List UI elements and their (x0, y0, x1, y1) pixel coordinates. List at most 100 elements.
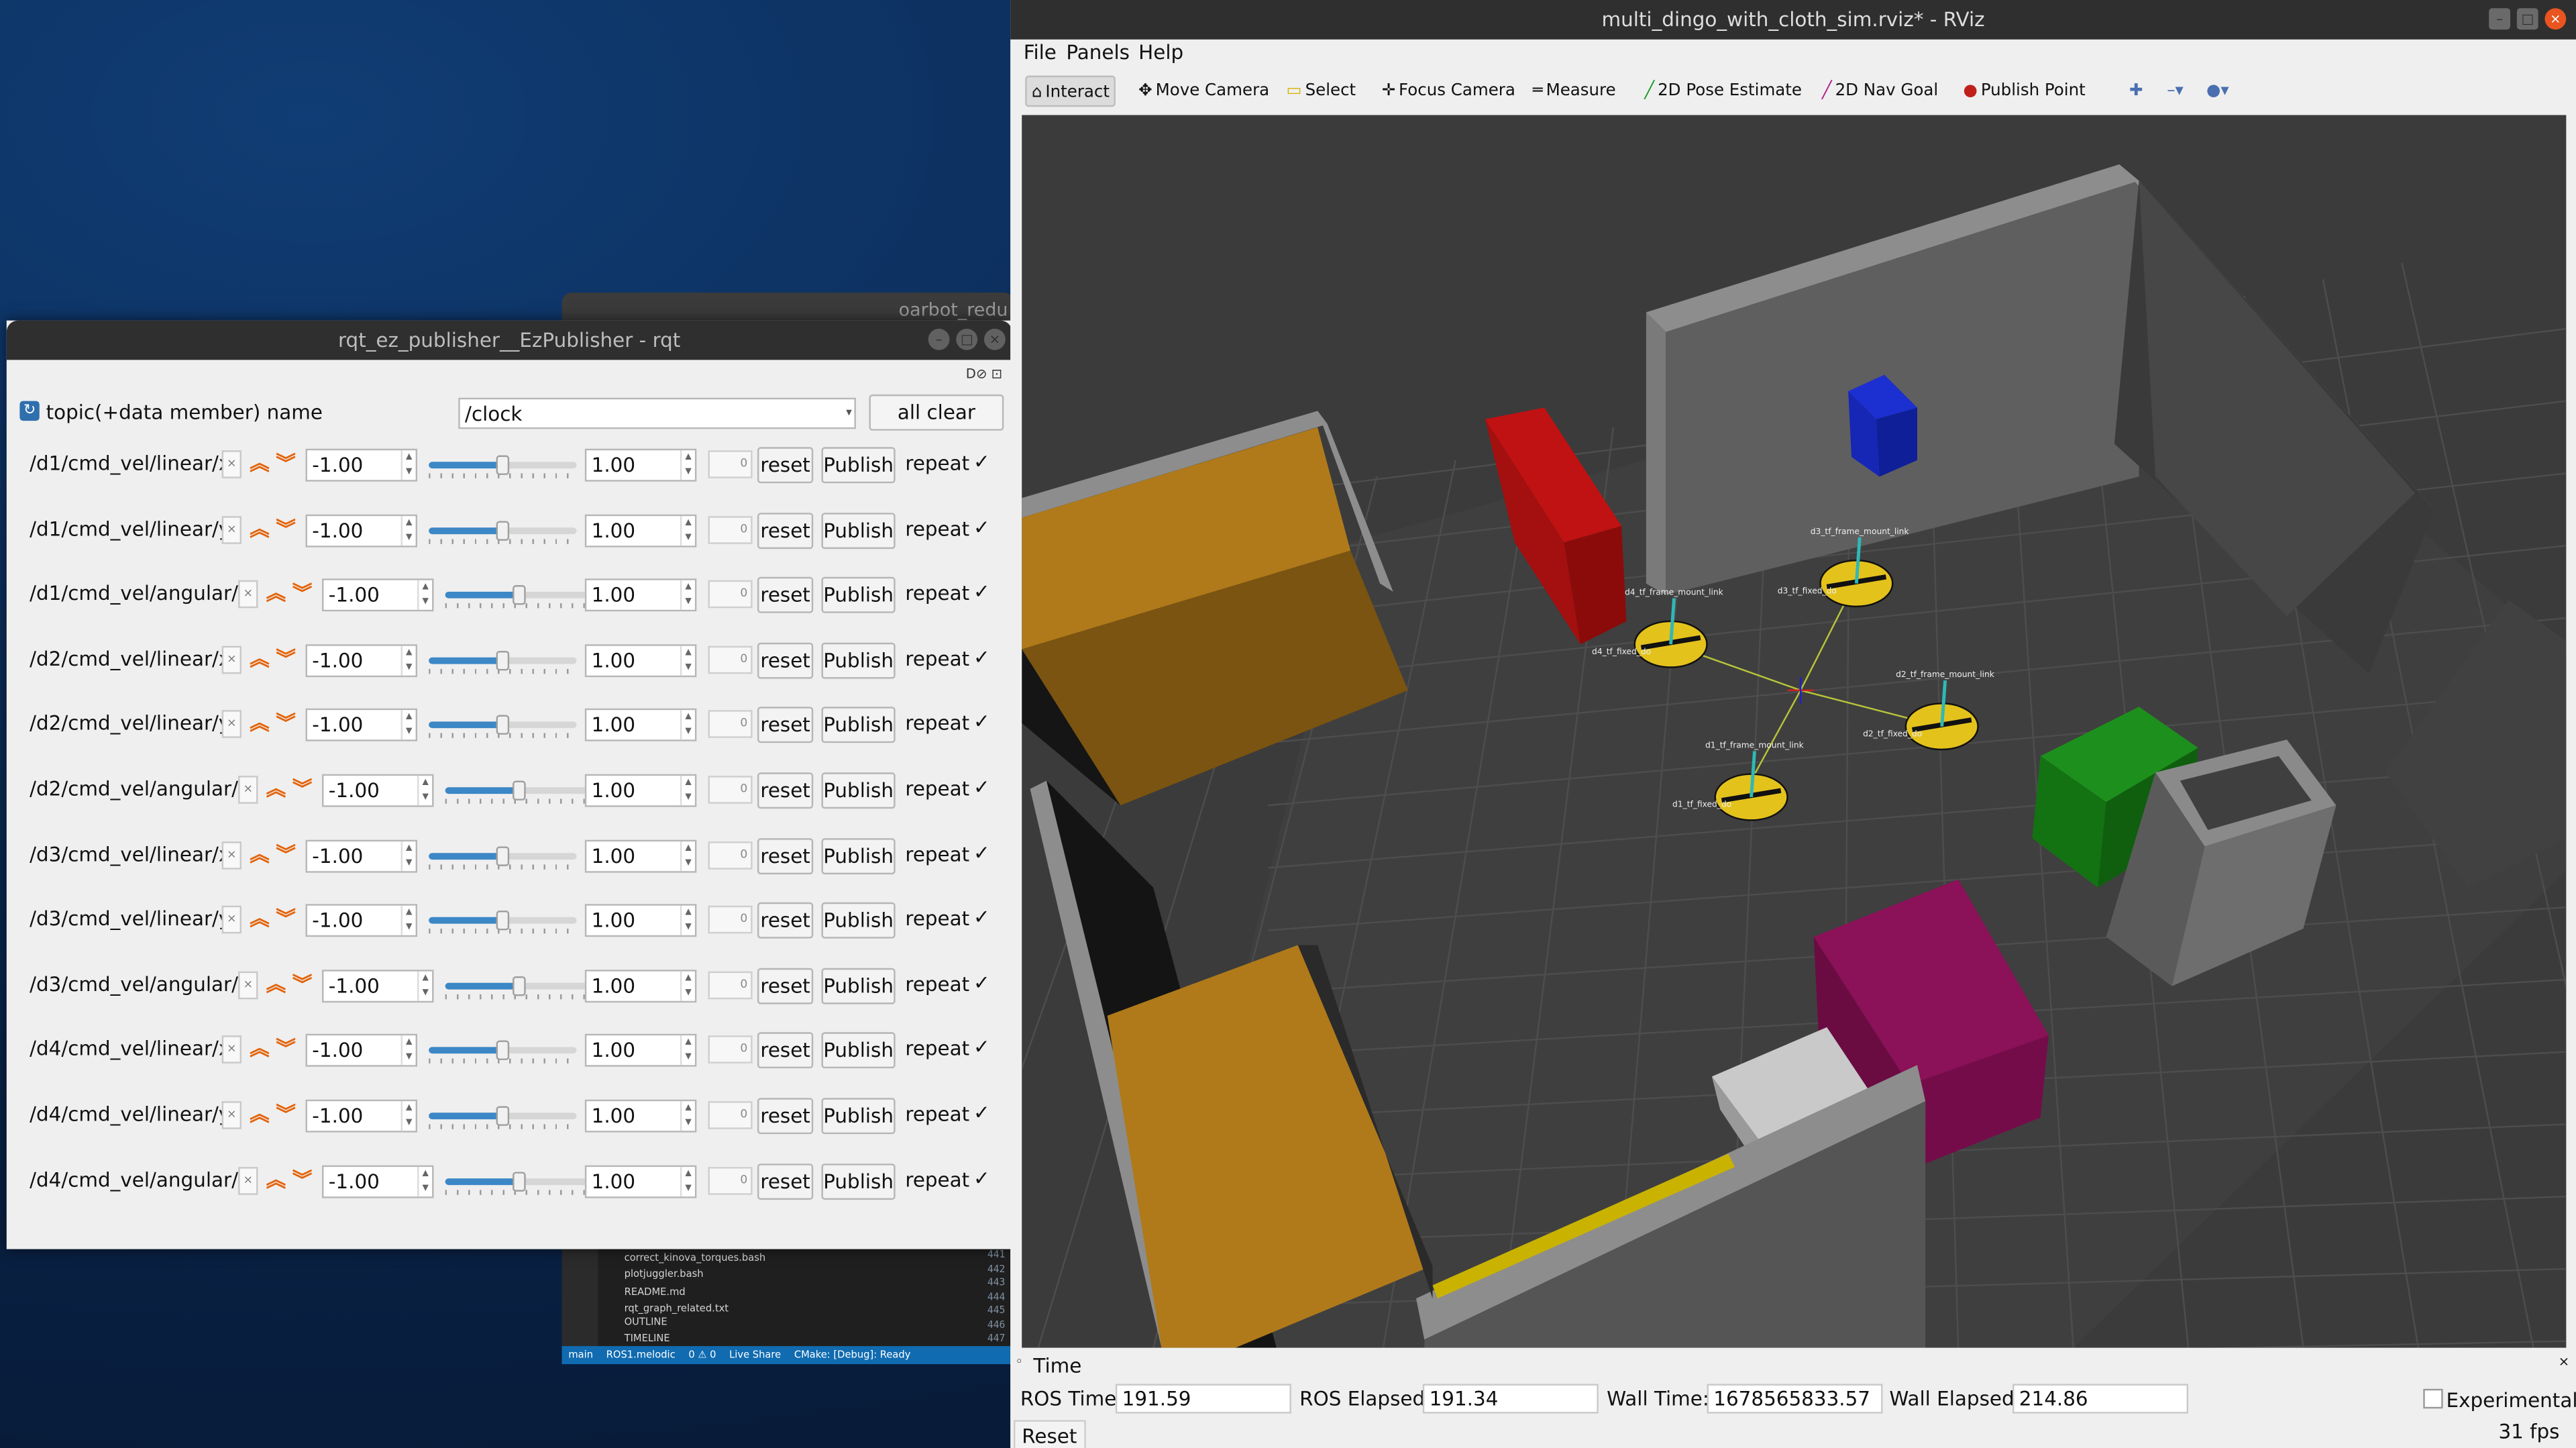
max-value-input[interactable]: 1.00 ▲ ▼ (584, 578, 697, 612)
value-slider[interactable] (445, 780, 594, 804)
topic-input[interactable] (458, 397, 856, 429)
status-item[interactable]: Live Share (729, 1349, 781, 1361)
file-item[interactable]: README.md (625, 1287, 686, 1298)
publish-button[interactable]: Publish (821, 837, 896, 874)
min-value-input[interactable]: -1.00 ▲ ▼ (322, 774, 434, 807)
reset-button[interactable]: reset (757, 512, 814, 549)
min-value-input[interactable]: -1.00 ▲ ▼ (305, 839, 418, 872)
max-value-input[interactable]: 1.00 ▲ ▼ (584, 513, 697, 547)
repeat-checkbox[interactable]: ✓ (971, 515, 992, 538)
rqt-window[interactable]: rqt_ez_publisher__EzPublisher - rqt – □ … (6, 320, 1012, 1249)
tool-focus-camera[interactable]: ✛ Focus Camera (1382, 76, 1515, 107)
chevron-up-icon[interactable]: ︽ (264, 1166, 287, 1194)
chevron-up-icon[interactable]: ︽ (248, 841, 271, 869)
publish-button[interactable]: Publish (821, 577, 896, 614)
ros-time-field[interactable]: 191.59 (1115, 1384, 1291, 1414)
repeat-checkbox[interactable]: ✓ (971, 906, 992, 929)
remove-row-icon[interactable]: × (221, 1036, 242, 1064)
value-slider[interactable] (429, 1041, 577, 1064)
slider-handle[interactable] (513, 976, 526, 996)
publish-button[interactable]: Publish (821, 968, 896, 1004)
value-slider[interactable] (429, 1106, 577, 1129)
collapse-icon[interactable]: ◦ (1015, 1354, 1023, 1369)
spin-arrows-icon[interactable]: ▲ ▼ (417, 1166, 432, 1196)
tool-publish-point[interactable]: ● Publish Point (1964, 76, 2086, 107)
chevron-down-icon[interactable]: ︾ (290, 1166, 313, 1194)
min-value-input[interactable]: -1.00 ▲ ▼ (322, 578, 434, 612)
wall-elapsed-field[interactable]: 214.86 (2012, 1384, 2189, 1414)
max-value-input[interactable]: 1.00 ▲ ▼ (584, 1164, 697, 1198)
chevron-up-icon[interactable]: ︽ (248, 645, 271, 674)
slider-handle[interactable] (513, 780, 526, 800)
publish-button[interactable]: Publish (821, 1098, 896, 1135)
chevron-down-icon[interactable]: ︾ (274, 711, 297, 739)
spin-arrows-icon[interactable]: ▲ ▼ (680, 580, 695, 611)
timeline-section[interactable]: TIMELINE (625, 1333, 670, 1345)
chevron-down-icon[interactable]: ︾ (274, 841, 297, 869)
remove-row-icon[interactable]: × (221, 711, 242, 739)
repeat-rate-input[interactable]: 0 (708, 841, 753, 869)
min-value-input[interactable]: -1.00 ▲ ▼ (322, 969, 434, 1002)
spin-arrows-icon[interactable]: ▲ ▼ (400, 841, 416, 871)
rviz-window[interactable]: multi_dingo_with_cloth_sim.rviz* - RViz … (1010, 0, 2576, 1448)
remove-row-icon[interactable]: × (221, 841, 242, 869)
spin-arrows-icon[interactable]: ▲ ▼ (680, 1166, 695, 1196)
value-slider[interactable] (429, 520, 577, 544)
slider-handle[interactable] (496, 845, 510, 866)
spin-arrows-icon[interactable]: ▲ ▼ (680, 841, 695, 871)
experimental-checkbox[interactable] (2423, 1388, 2443, 1409)
min-value-input[interactable]: -1.00 ▲ ▼ (305, 709, 418, 742)
chevron-down-icon[interactable]: ︾ (274, 645, 297, 674)
close-icon[interactable]: × (2544, 8, 2567, 30)
publish-button[interactable]: Publish (821, 902, 896, 939)
repeat-checkbox[interactable]: ✓ (971, 580, 992, 603)
repeat-checkbox[interactable]: ✓ (971, 645, 992, 668)
outline-section[interactable]: OUTLINE (625, 1316, 667, 1328)
chevron-up-icon[interactable]: ︽ (248, 1101, 271, 1129)
slider-handle[interactable] (513, 585, 526, 605)
remove-row-icon[interactable]: × (238, 971, 258, 999)
file-item[interactable]: plotjuggler.bash (625, 1269, 704, 1280)
value-slider[interactable] (429, 650, 577, 674)
reset-button[interactable]: reset (757, 1033, 814, 1070)
max-value-input[interactable]: 1.00 ▲ ▼ (584, 904, 697, 937)
remove-row-icon[interactable]: × (221, 450, 242, 478)
maximize-icon[interactable]: □ (956, 328, 978, 350)
reset-button[interactable]: reset (757, 707, 814, 744)
spin-arrows-icon[interactable]: ▲ ▼ (400, 1036, 416, 1066)
chevron-down-icon[interactable]: ︾ (274, 906, 297, 934)
repeat-rate-input[interactable]: 0 (708, 1036, 753, 1064)
repeat-checkbox[interactable]: ✓ (971, 711, 992, 733)
repeat-checkbox[interactable]: ✓ (971, 841, 992, 864)
repeat-rate-input[interactable]: 0 (708, 1101, 753, 1129)
reset-button[interactable]: reset (757, 837, 814, 874)
min-value-input[interactable]: -1.00 ▲ ▼ (305, 904, 418, 937)
3d-viewport[interactable]: d1_tf_frame_mount_link d1_tf_fixed_do d2_t… (1022, 115, 2567, 1348)
publish-button[interactable]: Publish (821, 512, 896, 549)
slider-handle[interactable] (496, 520, 510, 540)
wall-time-field[interactable]: 1678565833.57 (1707, 1384, 1883, 1414)
chevron-up-icon[interactable]: ︽ (248, 906, 271, 934)
max-value-input[interactable]: 1.00 ▲ ▼ (584, 709, 697, 742)
repeat-rate-input[interactable]: 0 (708, 580, 753, 609)
file-item[interactable]: correct_kinova_torques.bash (625, 1253, 766, 1264)
reset-button[interactable]: reset (757, 1163, 814, 1200)
reset-button[interactable]: Reset (1014, 1420, 1085, 1448)
spin-arrows-icon[interactable]: ▲ ▼ (680, 906, 695, 936)
status-item[interactable]: main (568, 1349, 593, 1361)
panel-close-icon[interactable]: × (2559, 1354, 2569, 1369)
min-value-input[interactable]: -1.00 ▲ ▼ (305, 1099, 418, 1133)
remove-row-icon[interactable]: × (221, 645, 242, 674)
reset-button[interactable]: reset (757, 902, 814, 939)
slider-handle[interactable] (496, 911, 510, 931)
repeat-rate-input[interactable]: 0 (708, 450, 753, 478)
spin-arrows-icon[interactable]: ▲ ▼ (400, 645, 416, 676)
remove-tool-icon[interactable]: –▾ (2167, 76, 2184, 107)
tool-move-camera[interactable]: ✥ Move Camera (1138, 76, 1269, 107)
maximize-icon[interactable]: □ (2516, 8, 2538, 30)
chevron-down-icon[interactable]: ︾ (290, 971, 313, 999)
chevron-up-icon[interactable]: ︽ (248, 711, 271, 739)
add-tool-icon[interactable]: ✚ (2129, 76, 2143, 107)
spin-arrows-icon[interactable]: ▲ ▼ (400, 450, 416, 480)
publish-button[interactable]: Publish (821, 1163, 896, 1200)
